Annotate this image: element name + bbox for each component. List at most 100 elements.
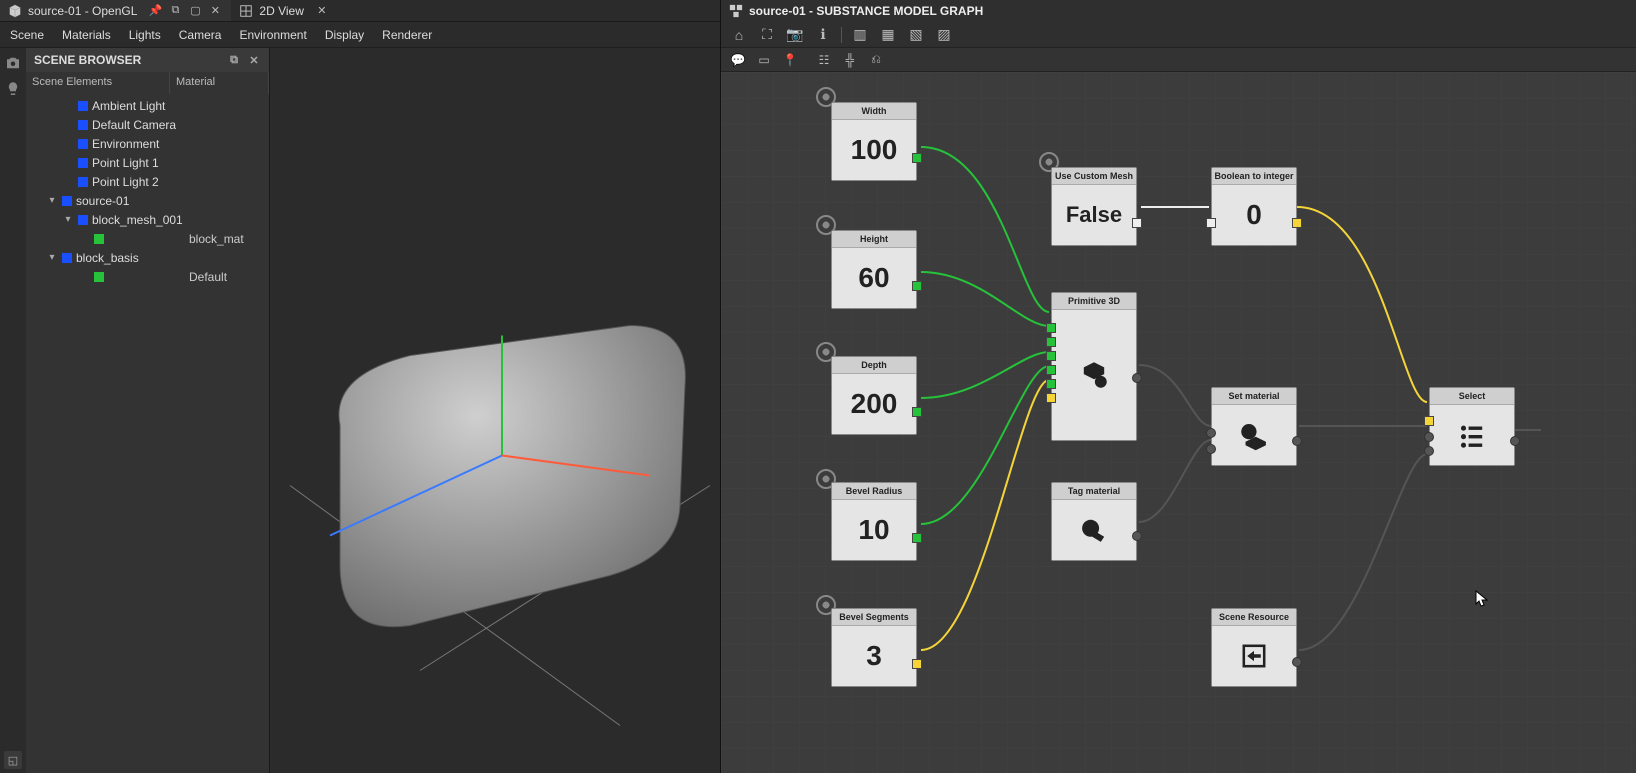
output-port[interactable] [1132,531,1142,541]
output-port[interactable] [912,281,922,291]
tree-row[interactable]: Point Light 2 [26,172,269,191]
input-port[interactable] [1424,432,1434,442]
viewport-3d[interactable] [270,48,720,773]
output-port[interactable] [1292,657,1302,667]
output-port[interactable] [1132,373,1142,383]
menu-environment[interactable]: Environment [239,28,306,42]
tree-row[interactable]: ▾source-01 [26,191,269,210]
tree-row[interactable]: Default Camera [26,115,269,134]
output-port[interactable] [912,533,922,543]
output-port[interactable] [1292,436,1302,446]
pin-icon[interactable]: 📍 [781,51,799,69]
node-primitive3d[interactable]: Primitive 3D [1051,292,1137,441]
output-port[interactable] [912,407,922,417]
popout-icon[interactable]: ⧉ [167,3,183,19]
node-booleantoint[interactable]: Boolean to integer 0 [1211,167,1297,246]
menu-renderer[interactable]: Renderer [382,28,432,42]
node-select[interactable]: Select [1429,387,1515,466]
tree-row[interactable]: Ambient Light [26,96,269,115]
node-tagmaterial[interactable]: Tag material [1051,482,1137,561]
node-bevelsegments[interactable]: Bevel Segments 3 [831,608,917,687]
input-port[interactable] [1046,351,1056,361]
caret-icon[interactable]: ▾ [62,214,74,225]
tree-row[interactable]: Default [26,267,269,286]
input-port[interactable] [1206,218,1216,228]
input-port[interactable] [1206,444,1216,454]
input-port[interactable] [1206,428,1216,438]
comment-icon[interactable]: 💬 [729,51,747,69]
tree-row[interactable]: block_mat [26,229,269,248]
bulb-icon[interactable] [4,80,22,98]
tree-label: Point Light 1 [92,156,185,170]
node-height[interactable]: Height 60 [831,230,917,309]
output-port[interactable] [912,659,922,669]
col-material[interactable]: Material [170,72,269,94]
menu-materials[interactable]: Materials [62,28,111,42]
align-h-icon[interactable]: ▥ [850,25,870,45]
node-depth[interactable]: Depth 200 [831,356,917,435]
input-port[interactable] [1046,379,1056,389]
caret-icon[interactable]: ▾ [46,195,58,206]
tree-row[interactable]: Point Light 1 [26,153,269,172]
menu-camera[interactable]: Camera [179,28,222,42]
info-icon[interactable]: ℹ [813,25,833,45]
menu-lights[interactable]: Lights [129,28,161,42]
tab-opengl[interactable]: source-01 - OpenGL 📌 ⧉ ▢ ✕ [0,0,231,21]
input-port[interactable] [1046,393,1056,403]
node-value: 100 [832,120,916,180]
output-port[interactable] [1292,218,1302,228]
snap-icon[interactable]: ▧ [906,25,926,45]
fit-icon[interactable]: ⛶ [757,25,777,45]
grid-icon[interactable]: ▨ [934,25,954,45]
close-icon[interactable]: ✕ [207,3,223,19]
popout-icon[interactable]: ⧉ [227,53,241,67]
scene-browser: SCENE BROWSER ⧉ ✕ Scene Elements Materia… [26,48,270,773]
graph-toolbar-2: 💬 ▭ 📍 ☷ ╬ ⎌ [721,48,1636,72]
tab-controls: 📌 ⧉ ▢ ✕ [147,3,223,19]
caret-icon[interactable]: ▾ [46,252,58,263]
corner-button[interactable]: ◱ [4,751,22,769]
tree-row[interactable]: ▾ block_basis [26,248,269,267]
node-value: 60 [832,248,916,308]
input-port[interactable] [1046,323,1056,333]
left-body: SCENE BROWSER ⧉ ✕ Scene Elements Materia… [0,48,720,773]
input-port[interactable] [1424,416,1434,426]
layout-icon[interactable]: ╬ [841,51,859,69]
output-port[interactable] [1510,436,1520,446]
graph-panel: source-01 - SUBSTANCE MODEL GRAPH ⌂ ⛶ 📷 … [720,0,1636,773]
snapshot-icon[interactable]: 📷 [785,25,805,45]
camera-icon[interactable] [4,54,22,72]
node-bevelradius[interactable]: Bevel Radius 10 [831,482,917,561]
hierarchy-icon[interactable]: ☷ [815,51,833,69]
home-icon[interactable]: ⌂ [729,25,749,45]
close-icon[interactable]: ✕ [314,3,330,19]
pin-icon[interactable]: 📌 [147,3,163,19]
tree-row[interactable]: ▾block_mesh_001 [26,210,269,229]
tree-row[interactable]: Environment [26,134,269,153]
menu-scene[interactable]: Scene [10,28,44,42]
input-port[interactable] [1046,337,1056,347]
close-icon[interactable]: ✕ [247,53,261,67]
tree-icon[interactable]: ⎌ [867,51,885,69]
maximize-icon[interactable]: ▢ [187,3,203,19]
tree-material: Default [189,270,269,284]
color-swatch [62,253,72,263]
menu-display[interactable]: Display [325,28,364,42]
tree-label: block_basis [76,251,185,265]
output-port[interactable] [1132,218,1142,228]
input-port[interactable] [1046,365,1056,375]
node-title: Set material [1212,388,1296,405]
scene-tree[interactable]: Ambient LightDefault CameraEnvironment Po… [26,94,269,773]
node-width[interactable]: Width 100 [831,102,917,181]
align-v-icon[interactable]: ▦ [878,25,898,45]
node-icon [1052,500,1136,560]
node-setmaterial[interactable]: Set material [1211,387,1297,466]
tab-2dview[interactable]: 2D View ✕ [231,0,337,21]
node-usecustommesh[interactable]: Use Custom Mesh False [1051,167,1137,246]
frame-icon[interactable]: ▭ [755,51,773,69]
col-scene-elements[interactable]: Scene Elements [26,72,170,94]
output-port[interactable] [912,153,922,163]
graph-canvas[interactable]: Width 100 Height 60 Depth 200 Bevel Radi… [721,72,1636,773]
node-sceneresource[interactable]: Scene Resource [1211,608,1297,687]
input-port[interactable] [1424,446,1434,456]
